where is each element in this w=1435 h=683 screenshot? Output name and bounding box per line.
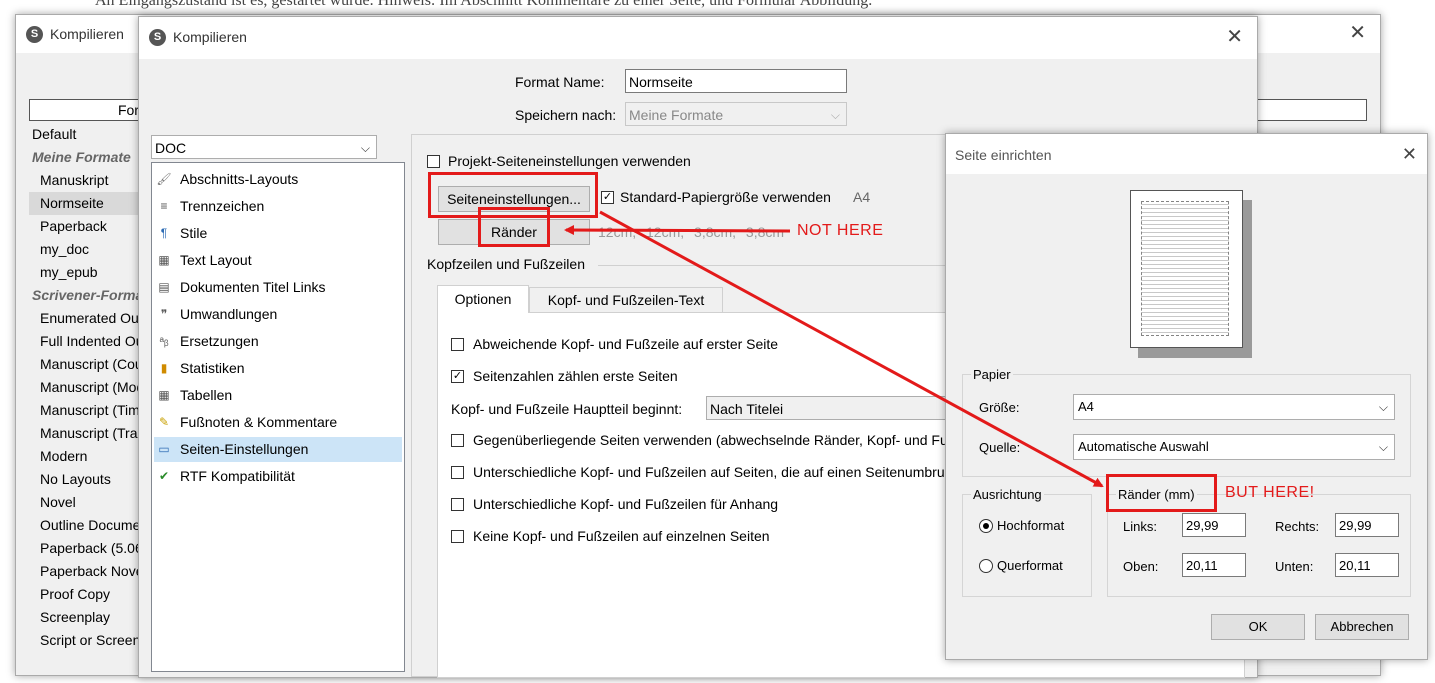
not-here-arrow	[564, 225, 791, 236]
tab-options-label: Optionen	[454, 291, 512, 307]
tab-options[interactable]: Optionen	[437, 285, 529, 313]
annotation-arrows	[564, 210, 1104, 488]
but-here-arrow	[599, 210, 1104, 488]
